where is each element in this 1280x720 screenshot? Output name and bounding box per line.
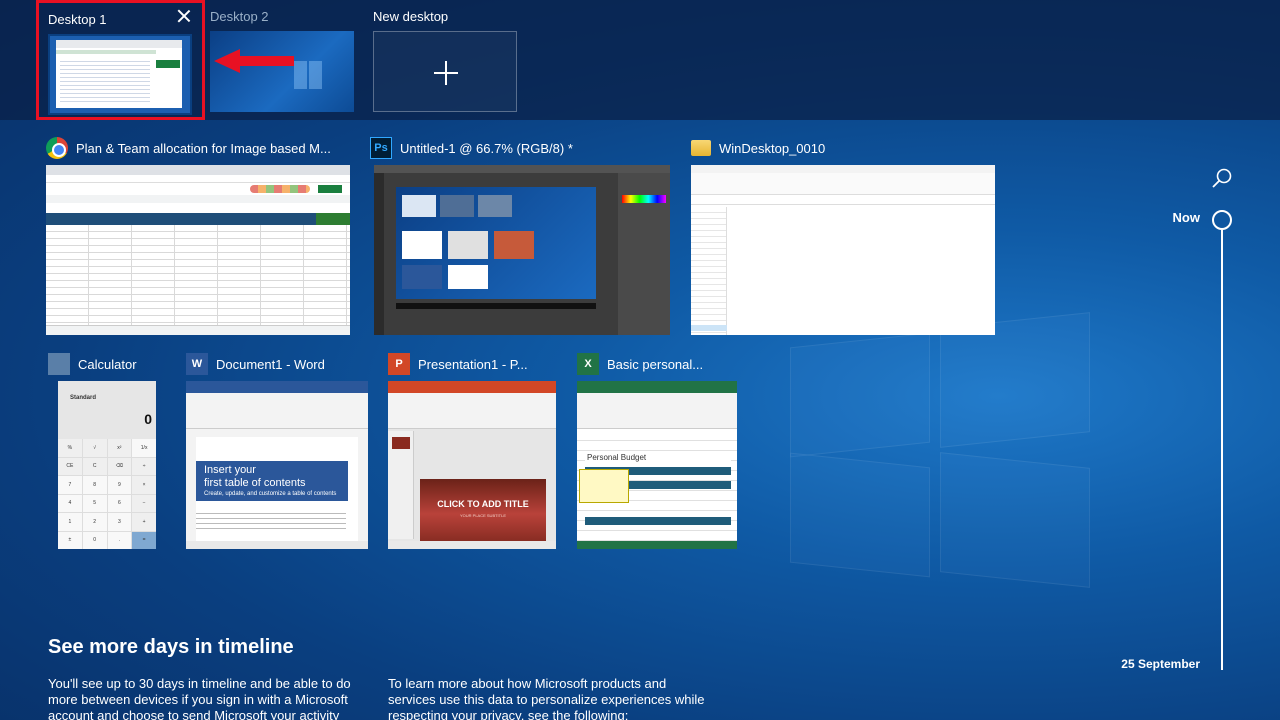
desktop-1-thumbnail[interactable] xyxy=(48,34,192,115)
calculator-key: ⌫ xyxy=(107,457,132,475)
calculator-key: . xyxy=(107,531,132,549)
window-title: Calculator xyxy=(78,356,137,372)
folder-icon xyxy=(691,140,711,156)
calculator-key: x² xyxy=(107,439,132,457)
word-icon: W xyxy=(186,353,208,375)
excel-sheet-title: Personal Budget xyxy=(585,451,731,465)
window-title: Basic personal... xyxy=(607,356,704,372)
new-desktop-tile[interactable] xyxy=(373,31,517,112)
virtual-desktops-bar: Desktop 1 Desktop 2 New desktop xyxy=(0,0,1280,120)
timeline-date-label[interactable]: 25 September xyxy=(1100,657,1200,671)
calculator-key: 1 xyxy=(58,513,82,531)
ppt-slide-subtitle: YOUR PLACE SUBTITLE xyxy=(459,513,506,518)
calculator-key: ÷ xyxy=(132,457,156,475)
calculator-key: 6 xyxy=(107,494,132,512)
calculator-key: 5 xyxy=(82,494,107,512)
window-preview[interactable]: CLICK TO ADD TITLE YOUR PLACE SUBTITLE xyxy=(388,381,556,549)
calculator-key: 7 xyxy=(58,476,82,494)
see-more-days-heading: See more days in timeline xyxy=(48,636,294,658)
timeline-now-label[interactable]: Now xyxy=(1150,210,1200,225)
word-subheading: Create, update, and customize a table of… xyxy=(204,491,337,497)
excel-icon: X xyxy=(577,353,599,375)
search-icon[interactable] xyxy=(1211,167,1233,189)
calculator-key: = xyxy=(132,531,156,549)
word-heading-line1: Insert your xyxy=(204,464,256,476)
window-preview[interactable]: Standard 0 % √ x² 1/x CE C ⌫ ÷ 7 8 9 × 4 5 6− 1 2 3 + ±0. = xyxy=(58,381,156,549)
calculator-key: × xyxy=(132,476,156,494)
close-icon[interactable] xyxy=(176,8,192,24)
timeline-scrollbar[interactable] xyxy=(1221,230,1223,670)
plus-icon xyxy=(434,61,458,85)
desktop-1-label: Desktop 1 xyxy=(48,12,107,27)
info-right-text: To learn more about how Microsoft produc… xyxy=(388,676,705,720)
desktop-2-label: Desktop 2 xyxy=(210,9,269,24)
calculator-key: 4 xyxy=(58,494,82,512)
windows-logo-wallpaper xyxy=(790,300,1090,588)
calculator-mode: Standard xyxy=(70,395,97,401)
info-left-text: You'll see up to 30 days in timeline and… xyxy=(48,676,351,720)
calculator-icon xyxy=(48,353,70,375)
calculator-keypad: % √ x² 1/x CE C ⌫ ÷ 7 8 9 × 4 5 6− 1 2 3 + ±0. = xyxy=(58,439,156,549)
calculator-display: 0 xyxy=(144,411,152,427)
calculator-key: 0 xyxy=(82,531,107,549)
new-desktop-button[interactable]: New desktop xyxy=(373,0,519,120)
window-title: WinDesktop_0010 xyxy=(719,140,826,156)
new-desktop-label: New desktop xyxy=(373,9,449,24)
chrome-icon xyxy=(46,137,68,159)
desktop-1[interactable]: Desktop 1 xyxy=(36,0,205,120)
window-title: Presentation1 - P... xyxy=(418,356,528,372)
window-preview[interactable] xyxy=(46,165,350,335)
calculator-key: 2 xyxy=(82,513,107,531)
calculator-key: + xyxy=(132,513,156,531)
calculator-key: 8 xyxy=(82,476,107,494)
window-preview[interactable]: Personal Budget xyxy=(577,381,737,549)
calculator-key: 1/x xyxy=(132,439,156,457)
red-arrow-annotation xyxy=(214,49,294,73)
window-title: Untitled-1 @ 66.7% (RGB/8) * xyxy=(400,140,573,156)
calculator-key: 3 xyxy=(107,513,132,531)
calculator-key: 9 xyxy=(107,476,132,494)
window-title: Document1 - Word xyxy=(216,356,325,372)
calculator-key: % xyxy=(58,439,82,457)
calculator-key: − xyxy=(132,494,156,512)
calculator-key: ± xyxy=(58,531,82,549)
window-preview[interactable]: Insert your first table of contents Crea… xyxy=(186,381,368,549)
calculator-key: C xyxy=(82,457,107,475)
powerpoint-icon: P xyxy=(388,353,410,375)
window-title: Plan & Team allocation for Image based M… xyxy=(76,140,331,156)
window-preview[interactable] xyxy=(691,165,995,335)
calculator-key: √ xyxy=(82,439,107,457)
calculator-key: CE xyxy=(58,457,82,475)
photoshop-icon: Ps xyxy=(370,137,392,159)
window-preview[interactable] xyxy=(374,165,670,335)
ppt-slide-title: CLICK TO ADD TITLE xyxy=(437,499,529,509)
timeline-handle[interactable] xyxy=(1212,210,1232,230)
word-heading-line2: first table of contents xyxy=(204,477,306,489)
